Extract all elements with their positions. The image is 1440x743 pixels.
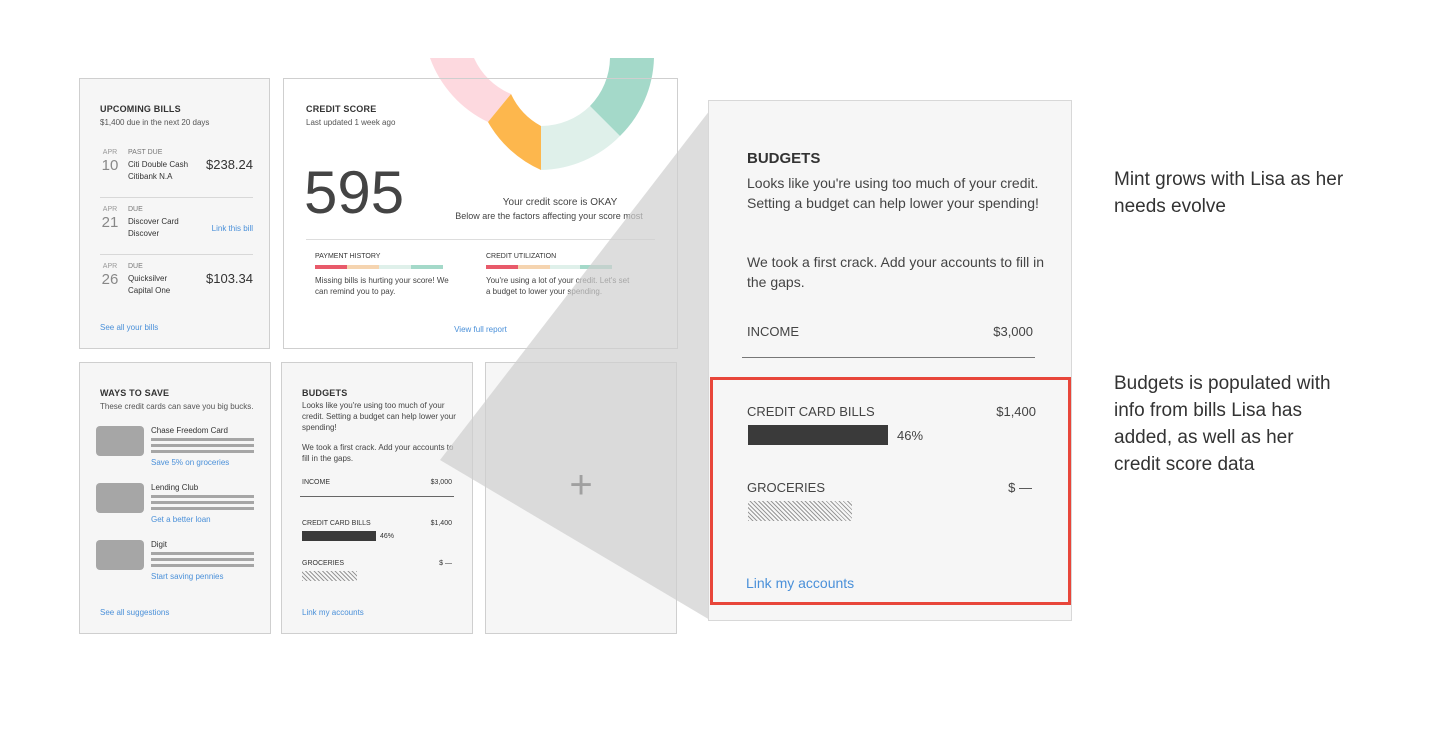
bill-row[interactable]: APR 26 DUE Quicksilver Capital One $103.… <box>100 263 253 305</box>
bill-issuer: Capital One <box>128 286 171 295</box>
placeholder-lines <box>151 552 254 570</box>
cc-bills-bar <box>302 531 376 541</box>
placeholder-lines <box>151 495 254 513</box>
save-item-name: Digit <box>151 540 168 549</box>
bill-status: DUE <box>128 206 143 213</box>
credit-title: CREDIT SCORE <box>306 104 377 114</box>
save-item[interactable]: Digit Start saving pennies <box>96 540 254 590</box>
link-my-accounts-link[interactable]: Link my accounts <box>746 575 854 591</box>
bill-row[interactable]: APR 10 PAST DUE Citi Double Cash Citiban… <box>100 149 253 191</box>
save-subtitle: These credit cards can save you big buck… <box>100 402 254 411</box>
see-all-suggestions-link[interactable]: See all suggestions <box>100 608 169 617</box>
save-item-name: Chase Freedom Card <box>151 426 228 435</box>
bill-status: PAST DUE <box>128 149 163 156</box>
cc-bills-label: CREDIT CARD BILLS <box>302 520 371 527</box>
groceries-label: GROCERIES <box>302 560 345 567</box>
annotation-note-1: Mint grows with Lisa as her needs evolve <box>1114 169 1344 217</box>
cc-bills-percent: 46% <box>897 428 924 443</box>
groceries-bar-placeholder <box>302 571 357 581</box>
income-label: INCOME <box>747 324 799 339</box>
bill-day: 10 <box>101 157 119 174</box>
bill-amount: $103.34 <box>206 271 253 286</box>
save-item-link[interactable]: Start saving pennies <box>151 572 224 581</box>
annotation-note-2: Budgets is populated with info from bill… <box>1114 373 1331 475</box>
link-my-accounts-link[interactable]: Link my accounts <box>302 608 364 617</box>
bill-month: APR <box>102 149 118 156</box>
card-thumbnail <box>96 540 144 570</box>
bill-name: Quicksilver <box>128 274 168 283</box>
save-item-link[interactable]: Get a better loan <box>151 515 211 524</box>
bill-issuer: Citibank N.A <box>128 172 173 181</box>
budgets-highlight-box: CREDIT CARD BILLS $1,400 46% GROCERIES $… <box>710 377 1071 605</box>
divider <box>742 357 1035 358</box>
cc-bills-label: CREDIT CARD BILLS <box>747 404 875 419</box>
groceries-bar-placeholder <box>748 501 852 521</box>
bill-day: 26 <box>101 271 119 288</box>
zoom-projection <box>440 110 710 620</box>
groceries-label: GROCERIES <box>747 480 826 495</box>
see-all-bills-link[interactable]: See all your bills <box>100 323 158 332</box>
save-item-link[interactable]: Save 5% on groceries <box>151 458 229 467</box>
budgets-title: BUDGETS <box>302 388 348 398</box>
bill-amount: $238.24 <box>206 157 253 172</box>
bill-status: DUE <box>128 263 143 270</box>
bill-month: APR <box>102 263 118 270</box>
bill-name: Discover Card <box>128 217 179 226</box>
budgets-intro-2: We took a first crack. Add your accounts… <box>747 254 1044 290</box>
income-label: INCOME <box>302 479 330 486</box>
save-title: WAYS TO SAVE <box>100 388 170 398</box>
bill-name-block: Citi Double Cash Citibank N.A <box>128 159 188 183</box>
bill-issuer: Discover <box>128 229 160 238</box>
budgets-intro: Looks like you're using too much of your… <box>747 175 1039 211</box>
bill-day: 21 <box>101 214 119 231</box>
income-value: $3,000 <box>993 324 1033 339</box>
bill-name-block: Discover Card Discover <box>128 216 179 240</box>
divider <box>100 254 253 255</box>
placeholder-lines <box>151 438 254 456</box>
divider <box>100 197 253 198</box>
cc-bills-percent: 46% <box>380 533 395 540</box>
cc-bills-value: $1,400 <box>996 404 1036 419</box>
save-item-name: Lending Club <box>151 483 199 492</box>
bill-row[interactable]: APR 21 DUE Discover Card Discover Link t… <box>100 206 253 248</box>
bill-month: APR <box>102 206 118 213</box>
budgets-title: BUDGETS <box>747 150 821 167</box>
bills-title: UPCOMING BILLS <box>100 104 181 114</box>
credit-subtitle: Last updated 1 week ago <box>306 118 396 127</box>
bill-name-block: Quicksilver Capital One <box>128 273 170 297</box>
groceries-value: $ — <box>1008 480 1032 495</box>
ways-to-save-card: WAYS TO SAVE These credit cards can save… <box>79 362 271 634</box>
upcoming-bills-card: UPCOMING BILLS $1,400 due in the next 20… <box>79 78 270 349</box>
cc-bills-bar <box>748 425 889 445</box>
save-item[interactable]: Chase Freedom Card Save 5% on groceries <box>96 426 254 476</box>
card-thumbnail <box>96 426 144 456</box>
save-item[interactable]: Lending Club Get a better loan <box>96 483 254 533</box>
bills-subtitle: $1,400 due in the next 20 days <box>100 118 210 127</box>
credit-score-value: 595 <box>304 159 405 226</box>
bill-name: Citi Double Cash <box>128 160 189 169</box>
card-thumbnail <box>96 483 144 513</box>
link-this-bill-link[interactable]: Link this bill <box>212 224 253 233</box>
